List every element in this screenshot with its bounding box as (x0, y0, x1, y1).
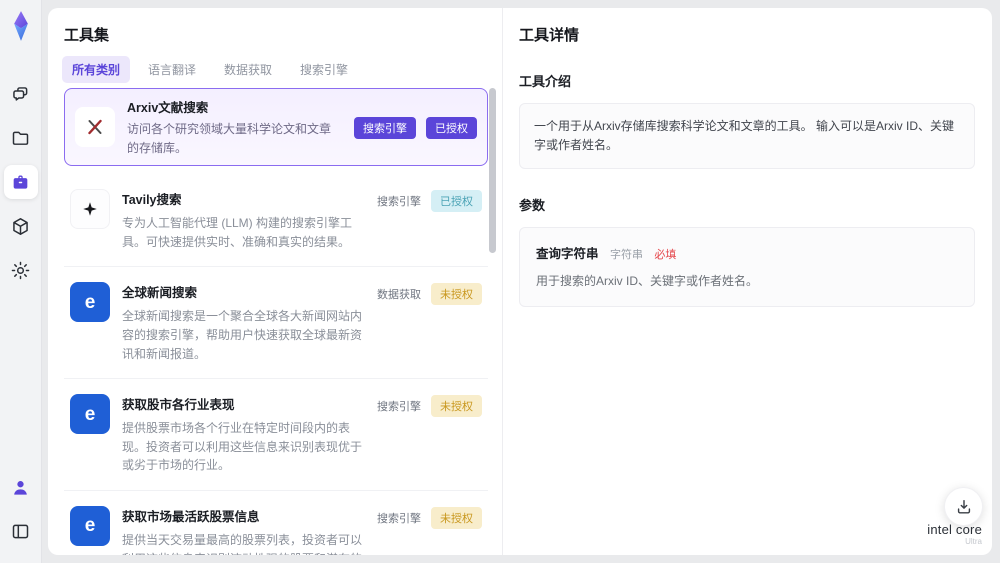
sidebar-item-chat[interactable] (4, 77, 38, 111)
toolbox-icon (13, 175, 28, 189)
tool-category-badge: 搜索引擎 (377, 512, 421, 525)
sidebar-item-settings[interactable] (4, 253, 38, 287)
tool-description: 访问各个研究领域大量科学论文和文章的存储库。 (127, 122, 332, 155)
tool-name: Arxiv文献搜索 (127, 101, 209, 115)
tool-category-badge: 搜索引擎 (377, 196, 421, 209)
tool-category-badge: 搜索引擎 (377, 401, 421, 414)
tool-list-item[interactable]: e 获取股市各行业表现 提供股票市场各个行业在特定时间段内的表现。投资者可以利用… (64, 379, 488, 491)
tool-description: 全球新闻搜索是一个聚合全球各大新闻网站内容的搜索引擎，帮助用户快速获取全球最新资… (122, 309, 363, 361)
tool-category-badge: 搜索引擎 (354, 116, 416, 139)
intel-core-logo: intel core Ultra (927, 521, 982, 547)
settings-icon (11, 261, 30, 279)
tool-list-item[interactable]: Tavily搜索 专为人工智能代理 (LLM) 构建的搜索引擎工具。可快速提供实… (64, 174, 488, 268)
download-icon (957, 499, 970, 514)
list-scrollbar-thumb[interactable] (489, 88, 496, 253)
sidebar-item-packages[interactable] (4, 209, 38, 243)
app-sidebar (0, 0, 42, 563)
tool-description: 提供股票市场各个行业在特定时间段内的表现。投资者可以利用这些信息来识别表现优于或… (122, 421, 363, 473)
news-icon: e (70, 505, 110, 546)
category-tab[interactable]: 语言翻译 (138, 56, 206, 83)
sidebar-item-account[interactable] (4, 470, 38, 504)
brand-subtext: Ultra (965, 537, 982, 547)
param-card: 查询字符串 字符串 必填 用于搜索的Arxiv ID、关键字或作者姓名。 (519, 227, 975, 308)
tool-name: 获取股市各行业表现 (122, 398, 235, 413)
tool-list-panel: 工具集 所有类别 语言翻译 数据获取 搜索引擎 Arxiv文献搜索 访问各个研究领域大… (48, 8, 502, 555)
tool-auth-badge: 未授权 (431, 283, 482, 306)
tool-description: 专为人工智能代理 (LLM) 构建的搜索引擎工具。可快速提供实时、准确和真实的结… (122, 216, 353, 249)
tool-auth-badge: 未授权 (431, 506, 482, 529)
category-tabs: 所有类别 语言翻译 数据获取 搜索引擎 (62, 56, 358, 83)
app-logo-icon (13, 11, 28, 41)
detail-title: 工具详情 (519, 27, 580, 44)
tool-name: 全球新闻搜索 (122, 286, 198, 301)
param-name: 查询字符串 (536, 247, 599, 262)
sparkle-icon (70, 189, 110, 230)
param-description: 用于搜索的Arxiv ID、关键字或作者姓名。 (536, 274, 759, 289)
category-tab[interactable]: 所有类别 (62, 56, 131, 83)
package-icon (13, 217, 28, 235)
main-card: 工具集 所有类别 语言翻译 数据获取 搜索引擎 Arxiv文献搜索 访问各个研究领域大… (48, 8, 992, 555)
download-button[interactable] (944, 487, 983, 526)
param-required-badge: 必填 (654, 249, 677, 262)
tool-auth-badge: 已授权 (426, 116, 477, 139)
user-avatar-icon (14, 480, 27, 495)
intro-heading: 工具介绍 (519, 74, 572, 89)
tool-list-item[interactable]: Arxiv文献搜索 访问各个研究领域大量科学论文和文章的存储库。 搜索引擎 已授… (64, 88, 488, 167)
tool-name: Tavily搜索 (122, 193, 182, 208)
param-type: 字符串 (609, 249, 643, 262)
tool-auth-badge: 已授权 (431, 190, 482, 213)
arxiv-icon (75, 107, 115, 148)
params-heading: 参数 (519, 198, 546, 214)
tool-category-badge: 数据获取 (377, 289, 421, 302)
sidebar-item-toolbox[interactable] (3, 165, 38, 199)
tool-detail-panel: 工具详情 工具介绍 一个用于从Arxiv存储库搜索科学论文和文章的工具。 输入可… (503, 8, 992, 555)
param-header: 查询字符串 字符串 必填 (536, 243, 958, 263)
collapse-panel-icon (12, 524, 29, 538)
category-tab[interactable]: 搜索引擎 (290, 56, 358, 83)
tool-name: 获取市场最活跃股票信息 (122, 509, 260, 524)
tool-description: 提供当天交易量最高的股票列表，投资者可以利用这些信息来识别流动性强的股票和潜在的… (122, 532, 363, 555)
news-icon: e (70, 282, 110, 323)
folder-icon (12, 131, 29, 145)
tool-list-item[interactable]: e 获取市场最活跃股票信息 提供当天交易量最高的股票列表，投资者可以利用这些信息… (64, 491, 488, 555)
page-title: 工具集 (64, 27, 110, 44)
sidebar-item-collapse[interactable] (4, 514, 38, 548)
category-tab[interactable]: 数据获取 (214, 56, 282, 83)
news-icon: e (70, 394, 110, 435)
tool-list-item[interactable]: e 全球新闻搜索 全球新闻搜索是一个聚合全球各大新闻网站内容的搜索引擎，帮助用户… (64, 267, 488, 380)
chat-icon (13, 86, 28, 101)
intro-card: 一个用于从Arxiv存储库搜索科学论文和文章的工具。 输入可以是Arxiv ID… (519, 103, 975, 170)
tool-auth-badge: 未授权 (431, 395, 482, 418)
sidebar-item-files[interactable] (4, 121, 38, 155)
tool-list: Arxiv文献搜索 访问各个研究领域大量科学论文和文章的存储库。 搜索引擎 已授… (64, 88, 488, 555)
brand-text: intel core (927, 521, 982, 537)
